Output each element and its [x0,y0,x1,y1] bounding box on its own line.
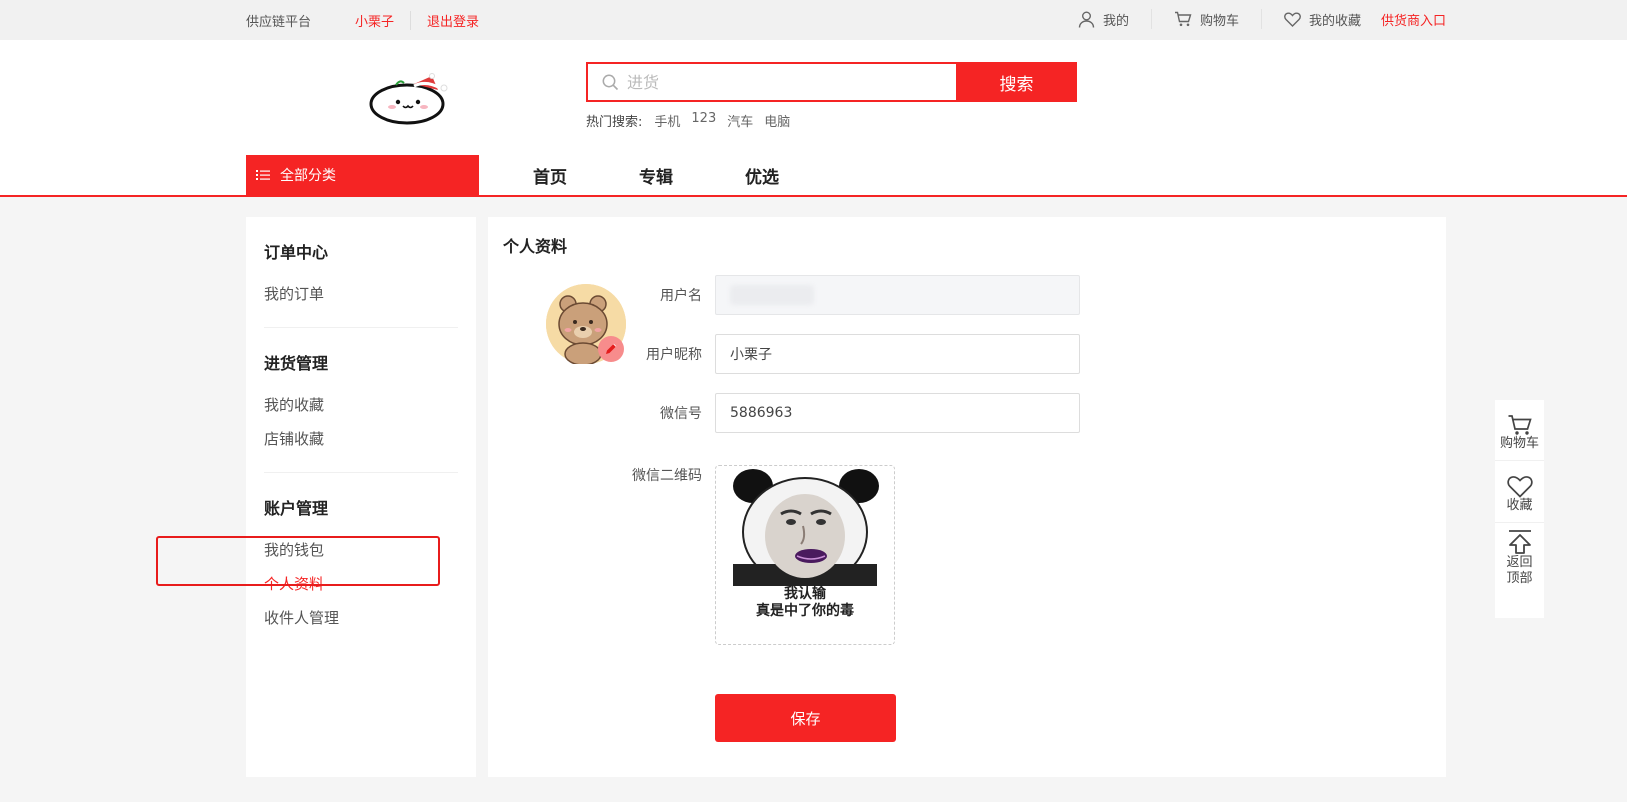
wechat-row: 微信号 5886963 [618,393,1080,433]
heart-icon [1284,11,1301,27]
username-label: 用户名 [660,288,702,304]
hot-search-item[interactable]: 汽车 [727,111,753,130]
all-categories-label: 全部分类 [280,168,336,184]
top-bar: 供应链平台 小栗子 退出登录 我的 购物车 我的收藏 供货商入口 [0,0,1627,40]
platform-name: 供应链平台 [246,15,312,30]
wechat-qr-upload[interactable]: 我认输 真是中了你的毒 [715,465,895,645]
sidebar-item-my-favorites[interactable]: 我的收藏 [264,388,458,422]
top-bar-left: 供应链平台 小栗子 退出登录 [246,11,479,30]
wechat-field[interactable]: 5886963 [715,393,1080,433]
sidebar-group-title: 进货管理 [264,354,329,373]
sidebar-group-title: 账户管理 [264,499,329,518]
sidebar-item-recipients[interactable]: 收件人管理 [264,601,458,635]
site-logo[interactable] [352,68,462,128]
sidebar-group-orders: 订单中心 我的订单 [264,239,458,328]
avatar[interactable] [546,284,626,366]
panda-meme-image [731,468,879,586]
search-icon [602,74,619,90]
arrow-up-icon [1508,530,1531,554]
back-to-top-label-line1: 返回 [1506,555,1533,570]
mine-link[interactable]: 我的 [1056,9,1152,29]
float-cart-button[interactable]: 购物车 [1495,400,1544,461]
float-favorite-button[interactable]: 收藏 [1495,461,1544,523]
hot-search-item[interactable]: 手机 [654,111,680,130]
nickname-row: 用户昵称 小栗子 [618,334,1080,374]
profile-panel: 个人资料 用户名 用户昵称 小栗子 微信号 5886963 微信二维码 我认输 … [488,217,1446,777]
save-button[interactable]: 保存 [715,694,896,742]
qr-caption-line1: 我认输 [784,586,826,602]
user-icon [1078,11,1095,28]
header: 搜索 热门搜索: 手机 123 汽车 电脑 全部分类 首页 专辑 优选 [0,40,1627,197]
search-bar: 搜索 [586,62,1077,102]
qr-row: 微信二维码 [618,465,715,485]
nickname-field[interactable]: 小栗子 [715,334,1080,374]
heart-icon [1506,476,1533,498]
search-input[interactable] [627,72,927,92]
sidebar-group-purchase: 进货管理 我的收藏 店铺收藏 [264,350,458,473]
back-to-top-button[interactable]: 返回 顶部 [1495,523,1544,595]
mine-label: 我的 [1102,13,1129,29]
nav-item-album[interactable]: 专辑 [603,163,709,188]
username-row: 用户名 [618,275,1080,315]
nav-item-home[interactable]: 首页 [497,163,603,188]
logout-link[interactable]: 退出登录 [427,11,479,30]
nav-item-selected[interactable]: 优选 [709,163,815,188]
search-box [586,62,956,102]
cart-link[interactable]: 购物车 [1152,9,1262,29]
search-button[interactable]: 搜索 [956,62,1077,102]
float-favorite-label: 收藏 [1506,498,1533,513]
username-link[interactable]: 小栗子 [355,11,412,30]
account-sidebar: 订单中心 我的订单 进货管理 我的收藏 店铺收藏 账户管理 我的钱包 个人资料 … [246,217,476,777]
favorites-label: 我的收藏 [1308,13,1361,29]
sidebar-item-shop-favorites[interactable]: 店铺收藏 [264,422,458,456]
nickname-label: 用户昵称 [646,347,702,363]
cart-icon [1174,11,1192,27]
highlight-annotation-box [156,536,440,586]
main-nav: 全部分类 首页 专辑 优选 [246,155,815,195]
pencil-icon [606,343,617,354]
floating-toolbar: 购物车 收藏 返回 顶部 [1495,400,1544,618]
favorites-link[interactable]: 我的收藏 [1262,9,1381,29]
username-field [715,275,1080,315]
back-to-top-label-line2: 顶部 [1506,571,1533,586]
all-categories-button[interactable]: 全部分类 [246,155,479,195]
supplier-entry-link[interactable]: 供货商入口 [1381,10,1446,29]
top-bar-right: 我的 购物车 我的收藏 供货商入口 [1056,9,1446,29]
hot-search-item[interactable]: 123 [691,111,716,130]
hot-search-item[interactable]: 电脑 [764,111,790,130]
page-title: 个人资料 [503,237,568,256]
float-cart-label: 购物车 [1499,436,1539,451]
cart-label: 购物车 [1199,13,1239,29]
list-icon [256,170,270,180]
qr-caption-line2: 真是中了你的毒 [756,603,854,619]
qr-label: 微信二维码 [632,468,702,484]
sidebar-item-my-orders[interactable]: 我的订单 [264,277,458,311]
sidebar-group-title: 订单中心 [264,243,329,262]
cart-icon [1508,415,1532,435]
redacted-username [730,285,814,305]
wechat-label: 微信号 [660,406,702,422]
hot-search: 热门搜索: 手机 123 汽车 电脑 [586,111,801,130]
hot-search-label: 热门搜索: [586,115,643,130]
